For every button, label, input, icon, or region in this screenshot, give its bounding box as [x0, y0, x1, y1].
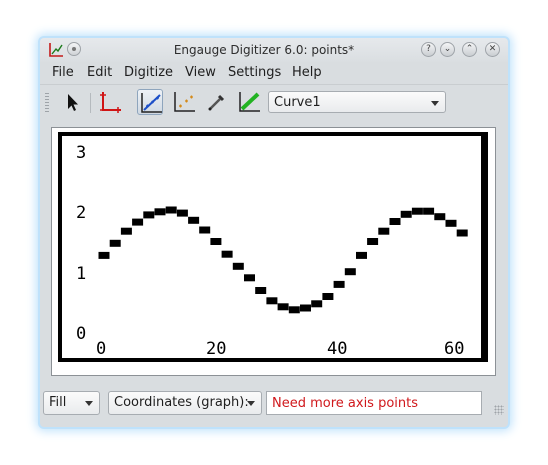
segment-fill-tool-button[interactable]	[236, 89, 262, 115]
y-tick-label: 0	[76, 324, 86, 344]
close-icon[interactable]: ✕	[485, 42, 500, 57]
data-point	[367, 238, 379, 245]
x-tick-label: 40	[327, 339, 347, 359]
resize-grip-icon[interactable]	[494, 405, 504, 415]
menu-view[interactable]: View	[185, 65, 216, 80]
data-point	[445, 219, 457, 227]
document-canvas[interactable]: 3 2 1 0 0 20 40 60	[51, 127, 496, 376]
y-tick-label: 3	[76, 143, 86, 163]
data-point	[322, 293, 334, 300]
data-point	[210, 238, 222, 245]
plot-image: 3 2 1 0 0 20 40 60	[58, 132, 488, 362]
data-point	[132, 218, 144, 226]
select-arrow-icon	[68, 94, 78, 111]
x-tick-label: 20	[206, 339, 226, 359]
data-point	[98, 251, 110, 259]
toolbar: Curve1	[40, 84, 508, 119]
data-point	[288, 306, 300, 314]
data-point	[120, 227, 132, 235]
data-point	[311, 300, 323, 308]
coordinates-mode-value: Coordinates (graph):	[114, 395, 249, 410]
toolbar-grip-icon[interactable]	[45, 93, 49, 113]
menu-edit[interactable]: Edit	[87, 65, 112, 80]
title-bar[interactable]: Engauge Digitizer 6.0: points* ? ⌄ ⌃ ✕	[40, 38, 508, 62]
toolbar-separator	[90, 93, 91, 113]
eyedropper-icon	[208, 94, 225, 111]
menu-file[interactable]: File	[52, 65, 74, 80]
y-tick-label: 2	[76, 203, 86, 223]
data-point	[378, 227, 390, 235]
keep-above-button[interactable]	[67, 42, 81, 56]
data-point	[389, 218, 401, 225]
color-picker-tool-button[interactable]	[203, 89, 229, 115]
data-point	[277, 303, 289, 311]
data-point	[255, 287, 267, 294]
axis-point-icon	[100, 92, 121, 113]
data-point	[423, 207, 435, 215]
data-point	[434, 213, 446, 221]
plot-border	[58, 132, 488, 362]
data-point	[356, 251, 367, 259]
chevron-down-icon	[431, 101, 439, 106]
y-tick-label: 1	[76, 264, 86, 284]
segment-fill-icon	[239, 92, 260, 112]
data-point	[411, 207, 423, 215]
data-point	[344, 268, 356, 276]
curve-selector[interactable]: Curve1	[268, 91, 446, 113]
menu-settings[interactable]: Settings	[228, 65, 281, 80]
coordinates-mode-selector[interactable]: Coordinates (graph):	[108, 391, 262, 415]
maximize-icon[interactable]: ⌃	[462, 42, 477, 57]
axis-point-tool-button[interactable]	[97, 89, 123, 115]
select-tool-button[interactable]	[59, 89, 85, 115]
fill-mode-selector[interactable]: Fill	[43, 391, 100, 415]
x-tick-label: 0	[96, 339, 106, 359]
data-point	[143, 211, 155, 219]
fill-mode-value: Fill	[49, 395, 67, 410]
data-point	[400, 210, 412, 218]
plot-border-thick	[481, 134, 487, 360]
data-point	[176, 209, 188, 217]
window-title: Engauge Digitizer 6.0: points*	[173, 43, 355, 57]
data-point	[154, 208, 166, 216]
point-match-icon	[174, 92, 195, 112]
help-icon[interactable]: ?	[421, 42, 436, 57]
data-point	[266, 297, 278, 305]
data-point	[188, 216, 200, 224]
menu-digitize[interactable]: Digitize	[124, 65, 173, 80]
main-window: Engauge Digitizer 6.0: points* ? ⌄ ⌃ ✕ F…	[40, 38, 508, 427]
data-point	[165, 206, 177, 214]
menu-help[interactable]: Help	[292, 65, 322, 80]
data-point	[333, 280, 345, 288]
chevron-down-icon	[247, 401, 255, 406]
data-point	[199, 226, 211, 234]
app-icon	[49, 43, 63, 57]
status-bar: Fill Coordinates (graph): Need more axis…	[40, 388, 508, 418]
chevron-down-icon	[85, 401, 93, 406]
data-point	[456, 229, 468, 237]
x-tick-label: 60	[444, 339, 464, 359]
menu-bar: File Edit Digitize View Settings Help	[40, 62, 508, 82]
minimize-icon[interactable]: ⌄	[440, 42, 455, 57]
curve-point-icon	[141, 93, 162, 113]
point-match-tool-button[interactable]	[171, 89, 197, 115]
data-point	[221, 250, 233, 258]
curve-selector-value: Curve1	[274, 95, 321, 110]
status-message: Need more axis points	[266, 391, 482, 415]
data-point	[300, 304, 311, 312]
data-point	[232, 262, 244, 270]
data-point	[109, 239, 121, 247]
data-point	[244, 274, 255, 282]
curve-point-tool-button[interactable]	[137, 89, 163, 115]
